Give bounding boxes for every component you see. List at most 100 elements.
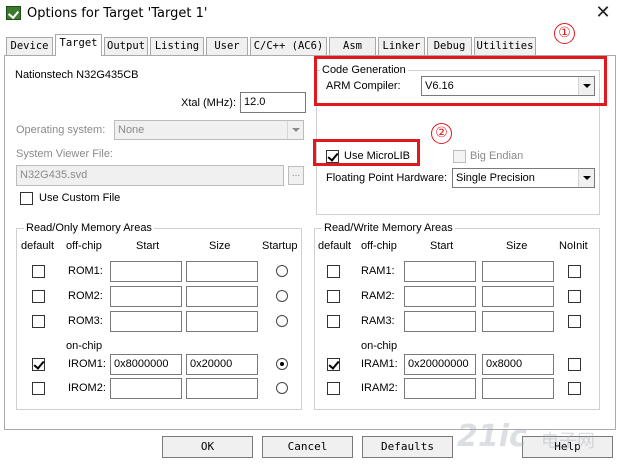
rom-start-input[interactable]	[110, 311, 182, 332]
tab-debug[interactable]: Debug	[427, 37, 472, 55]
chevron-down-icon	[287, 121, 303, 139]
rom-row-name: IROM2:	[68, 382, 106, 394]
ram-size-input[interactable]	[482, 311, 554, 332]
os-value: None	[118, 124, 145, 136]
rom-startup-radio[interactable]	[276, 265, 288, 277]
device-name: Nationstech N32G435CB	[15, 69, 139, 81]
use-custom-file-checkbox[interactable]	[20, 192, 33, 205]
tab-user[interactable]: User	[206, 37, 248, 55]
rom-row-name: IROM1:	[68, 358, 106, 370]
big-endian-label: Big Endian	[470, 150, 524, 162]
keil-app-icon	[6, 6, 21, 20]
ok-button[interactable]: OK	[162, 436, 253, 458]
svd-browse-button[interactable]: ...	[288, 166, 304, 185]
fp-hardware-label: Floating Point Hardware:	[326, 172, 448, 184]
ram-noinit-checkbox[interactable]	[568, 265, 581, 278]
os-select[interactable]: None	[114, 120, 304, 140]
rom-startup-radio[interactable]	[276, 290, 288, 302]
annotation-marker-2: ②	[431, 123, 452, 144]
tab-output[interactable]: Output	[104, 37, 148, 55]
ram-row-name: IRAM1:	[361, 358, 398, 370]
readwrite-memory-title: Read/Write Memory Areas	[322, 222, 455, 234]
ram-default-checkbox[interactable]	[327, 315, 340, 328]
rom-default-checkbox[interactable]	[32, 290, 45, 303]
ram-default-checkbox[interactable]	[327, 290, 340, 303]
ram-header-noinit: NoInit	[559, 240, 588, 252]
tab-c-c-ac6[interactable]: C/C++ (AC6)	[250, 37, 327, 55]
chevron-down-icon	[578, 169, 594, 187]
ram-header-start: Start	[430, 240, 454, 252]
rom-default-checkbox[interactable]	[32, 265, 45, 278]
use-custom-file-label: Use Custom File	[39, 192, 121, 204]
rom-header-start: Start	[136, 240, 160, 252]
tab-utilities[interactable]: Utilities	[474, 37, 536, 55]
rom-onchip-label: on-chip	[66, 340, 103, 352]
rom-row-name: ROM1:	[68, 265, 103, 277]
microlib-highlight	[313, 139, 420, 166]
rom-start-input[interactable]	[110, 286, 182, 307]
rom-startup-radio[interactable]	[276, 382, 288, 394]
ram-start-input[interactable]	[404, 261, 476, 282]
xtal-input[interactable]: 12.0	[240, 92, 306, 113]
rom-default-checkbox[interactable]	[32, 358, 45, 371]
ram-size-input[interactable]	[482, 286, 554, 307]
ram-onchip-label: on-chip	[361, 340, 398, 352]
xtal-label: Xtal (MHz):	[181, 97, 236, 109]
rom-header-startup: Startup	[262, 240, 298, 252]
ram-noinit-checkbox[interactable]	[568, 290, 581, 303]
ram-start-input[interactable]	[404, 286, 476, 307]
ram-default-checkbox[interactable]	[327, 358, 340, 371]
tab-listing[interactable]: Listing	[150, 37, 204, 55]
ram-size-input[interactable]	[482, 261, 554, 282]
ram-header-offchip: off-chip	[361, 240, 397, 252]
ram-noinit-checkbox[interactable]	[568, 358, 581, 371]
tab-strip: Device Target Output Listing User C/C++ (AC6)…	[0, 28, 620, 56]
big-endian-checkbox[interactable]	[453, 150, 466, 163]
title-bar: Options for Target 'Target 1' ✕	[0, 0, 620, 28]
rom-header-default: default	[21, 240, 55, 252]
rom-default-checkbox[interactable]	[32, 382, 45, 395]
rom-row-name: ROM2:	[68, 290, 103, 302]
tab-device[interactable]: Device	[6, 37, 53, 55]
svd-label: System Viewer File:	[16, 148, 113, 160]
fp-hardware-value: Single Precision	[456, 172, 535, 184]
ram-start-input[interactable]	[404, 378, 476, 399]
cancel-button[interactable]: Cancel	[262, 436, 353, 458]
ram-noinit-checkbox[interactable]	[568, 315, 581, 328]
fp-hardware-select[interactable]: Single Precision	[452, 168, 595, 188]
tab-linker[interactable]: Linker	[378, 37, 425, 55]
rom-startup-radio[interactable]	[276, 358, 288, 370]
ram-default-checkbox[interactable]	[327, 382, 340, 395]
ram-default-checkbox[interactable]	[327, 265, 340, 278]
window-title: Options for Target 'Target 1'	[27, 6, 208, 21]
ram-start-input[interactable]: 0x20000000	[404, 354, 476, 375]
rom-start-input[interactable]: 0x8000000	[110, 354, 182, 375]
readonly-memory-title: Read/Only Memory Areas	[24, 222, 154, 234]
ram-size-input[interactable]	[482, 378, 554, 399]
rom-default-checkbox[interactable]	[32, 315, 45, 328]
annotation-marker-1: ①	[554, 23, 575, 44]
ram-row-name: RAM2:	[361, 290, 395, 302]
rom-size-input[interactable]	[186, 286, 258, 307]
tab-asm[interactable]: Asm	[329, 37, 376, 55]
rom-size-input[interactable]	[186, 261, 258, 282]
rom-size-input[interactable]: 0x20000	[186, 354, 258, 375]
close-icon[interactable]: ✕	[590, 2, 616, 24]
ram-header-size: Size	[506, 240, 528, 252]
svd-input[interactable]: N32G435.svd	[16, 165, 284, 186]
tab-target[interactable]: Target	[55, 34, 102, 56]
ram-size-input[interactable]: 0x8000	[482, 354, 554, 375]
defaults-button[interactable]: Defaults	[362, 436, 453, 458]
ram-header-default: default	[318, 240, 352, 252]
ram-row-name: RAM3:	[361, 315, 395, 327]
ram-start-input[interactable]	[404, 311, 476, 332]
ram-noinit-checkbox[interactable]	[568, 382, 581, 395]
rom-start-input[interactable]	[110, 261, 182, 282]
rom-size-input[interactable]	[186, 378, 258, 399]
watermark-text: 21ic	[457, 419, 527, 454]
rom-startup-radio[interactable]	[276, 315, 288, 327]
rom-start-input[interactable]	[110, 378, 182, 399]
watermark-sub: 电子网	[541, 431, 595, 452]
ram-row-name: IRAM2:	[361, 382, 398, 394]
rom-size-input[interactable]	[186, 311, 258, 332]
